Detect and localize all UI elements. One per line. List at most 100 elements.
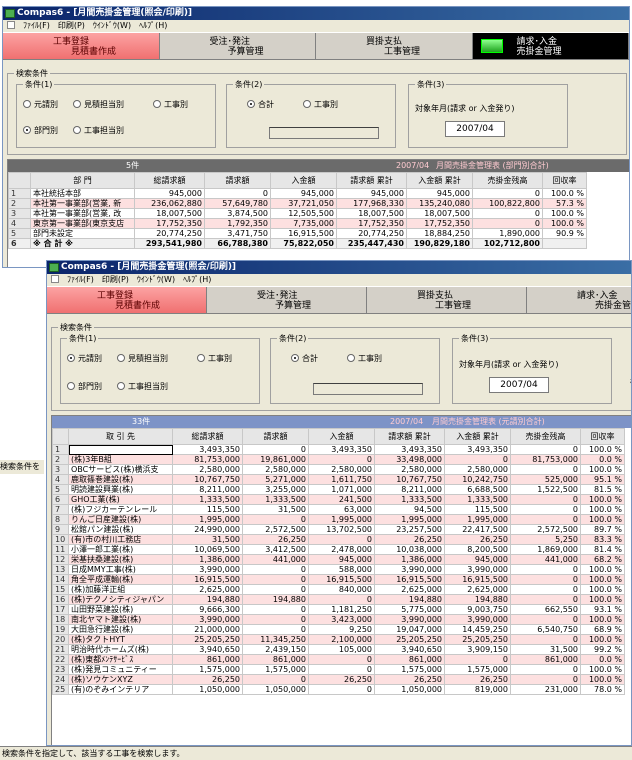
column-header[interactable]: 入金額	[270, 172, 337, 189]
total-row[interactable]: 6 ※ 合 計 ※ 293,541,980 66,788,380 75,822,050 2…	[8, 238, 587, 249]
title-bar[interactable]: Compas6 - [月間売掛金管理(照会/印刷)]	[47, 261, 631, 274]
condition-2-field[interactable]	[313, 383, 423, 395]
condition-2-field[interactable]	[269, 127, 379, 139]
amount-cell: 194,880	[172, 594, 243, 605]
table-row[interactable]: 1 3,493,350 0 3,493,350 3,493,350 3,493,350 0 1…	[52, 444, 625, 455]
table-row[interactable]: 4 東京第一事業部(東京支店 17,752,350 1,792,350 7,735,00…	[8, 218, 587, 229]
table-row[interactable]: 12 栄基扶桑建設(株) 1,386,000 441,000 945,000 1,386,…	[52, 554, 625, 565]
column-header[interactable]: 総請求額	[134, 172, 205, 189]
row-name: 南北ヤマト建設(株)	[68, 614, 173, 625]
menu-print[interactable]: 印刷(P)	[58, 21, 85, 30]
table-row[interactable]: 5 部門未設定 20,774,250 3,471,750 16,915,500 20,77…	[8, 228, 587, 239]
menu-file[interactable]: ﾌｧｲﾙ(F)	[23, 21, 50, 30]
column-header[interactable]: 総請求額	[172, 428, 243, 445]
radio-bumon[interactable]: 部門別	[23, 125, 58, 136]
table-row[interactable]: 9 松館パン建設(株) 24,990,000 2,572,500 13,702,500 2…	[52, 524, 625, 535]
table-row[interactable]: 23 (株)発見コミュニティー 1,575,000 1,575,000 0 1,575,0…	[52, 664, 625, 675]
radio-goukei[interactable]: 合計	[291, 353, 318, 364]
table-row[interactable]: 8 りんご日産建設(株) 1,995,000 0 1,995,000 1,995,000 1…	[52, 514, 625, 525]
period-input[interactable]: 2007/04	[445, 121, 505, 137]
nav-kouji-touroku[interactable]: 工事登録 見積書作成	[47, 287, 207, 313]
nav-juchu-hacchu[interactable]: 受注･発注 予算管理	[207, 287, 367, 313]
menu-print[interactable]: 印刷(P)	[102, 275, 129, 284]
menu-window[interactable]: ｳｲﾝﾄﾞｳ(W)	[93, 21, 131, 30]
menu-window[interactable]: ｳｲﾝﾄﾞｳ(W)	[137, 275, 175, 284]
nav-seikyu-nyukin[interactable]: 請求･入金売掛金管理	[472, 33, 629, 59]
radio-kouji-tantou[interactable]: 工事担当別	[117, 381, 168, 392]
table-row[interactable]: 1 本社統括本部 945,000 0 945,000 945,000 945,000 0 100…	[8, 188, 587, 199]
table-row[interactable]: 2 (株)3年B組 81,753,000 19,861,000 0 33,498,000 0…	[52, 454, 625, 465]
table-row[interactable]: 4 鹿取篠巻建設(株) 10,767,750 5,271,000 1,611,750 10…	[52, 474, 625, 485]
column-header[interactable]: 入金額 累計	[406, 172, 473, 189]
table-row[interactable]: 13 日成MMY工事(株) 3,990,000 0 588,000 3,990,000 3,…	[52, 564, 625, 575]
column-header[interactable]: 回収率	[580, 428, 625, 445]
nav-kaikake-shiharai[interactable]: 買掛支払 工事管理	[367, 287, 527, 313]
table-row[interactable]: 15 (株)加藤洋正組 2,625,000 0 840,000 2,625,000 2,62…	[52, 584, 625, 595]
row-name: 東京第一事業部(東京支店	[30, 218, 135, 229]
radio-koujibetsu[interactable]: 工事別	[303, 99, 338, 110]
column-header[interactable]: 売掛金残高	[510, 428, 581, 445]
column-header[interactable]: 部 門	[30, 172, 135, 189]
menu-help[interactable]: ﾍﾙﾌﾟ(H)	[139, 21, 167, 30]
table-row[interactable]: 14 角全平成運輸(株) 16,915,500 0 16,915,500 16,915,5…	[52, 574, 625, 585]
column-header[interactable]: 請求額	[204, 172, 271, 189]
table-row[interactable]: 10 (有)市の村川工務店 31,500 26,250 0 26,250 26,250 5,2…	[52, 534, 625, 545]
amount-cell: 3,990,000	[444, 614, 511, 625]
title-bar[interactable]: Compas6 - [月間売掛金管理(照会/印刷)]	[3, 7, 629, 20]
radio-motouke[interactable]: 元請別	[23, 99, 58, 110]
amount-cell: 26,250	[444, 534, 511, 545]
table-row[interactable]: 5 明読建設興業(株) 8,211,000 3,255,000 1,071,000 8,2…	[52, 484, 625, 495]
column-header[interactable]: 請求額	[242, 428, 309, 445]
table-row[interactable]: 3 本社第一事業部(営業, 改 18,007,500 3,874,500 12,505,…	[8, 208, 587, 219]
menu-file[interactable]: ﾌｧｲﾙ(F)	[67, 275, 94, 284]
table-row[interactable]: 22 (株)東都ﾒﾝﾃｻｰﾋﾞｽ 861,000 861,000 0 861,000 0 86…	[52, 654, 625, 665]
period-input[interactable]: 2007/04	[489, 377, 549, 393]
table-row[interactable]: 6 GHO工業(株) 1,333,500 1,333,500 241,500 1,333,…	[52, 494, 625, 505]
nav-juchu-hacchu[interactable]: 受注･発注 予算管理	[160, 33, 316, 59]
amount-cell: 190,829,180	[406, 238, 473, 249]
nav-kaikake-shiharai[interactable]: 買掛支払 工事管理	[316, 33, 473, 59]
table-row[interactable]: 17 山田野菜建設(株) 9,666,300 0 1,181,250 5,775,000 9…	[52, 604, 625, 615]
column-header[interactable]: 売掛金残高	[472, 172, 543, 189]
table-row[interactable]: 7 (株)フジカーテンレール 115,500 31,500 63,000 94,500 11…	[52, 504, 625, 515]
menu-help[interactable]: ﾍﾙﾌﾟ(H)	[183, 275, 211, 284]
window-front: Compas6 - [月間売掛金管理(照会/印刷)] ﾌｧｲﾙ(F) 印刷(P) ｳ…	[46, 260, 632, 746]
nav-kouji-touroku[interactable]: 工事登録 見積書作成	[3, 33, 160, 59]
amount-cell: 19,861,000	[242, 454, 309, 465]
amount-cell: 5,250	[510, 534, 581, 545]
table-row[interactable]: 20 (株)タクトHYT 25,205,250 11,345,250 2,100,000…	[52, 634, 625, 645]
amount-cell: 9,003,750	[444, 604, 511, 615]
table-row[interactable]: 21 明治時代ホームズ(株) 3,940,650 2,439,150 105,000 3,…	[52, 644, 625, 655]
table-row[interactable]: 19 大田急行建設(株) 21,000,000 0 9,250 19,047,000 14,…	[52, 624, 625, 635]
row-number: 11	[52, 544, 69, 555]
radio-kouji-tantou[interactable]: 工事担当別	[73, 125, 124, 136]
amount-cell: 2,625,000	[172, 584, 243, 595]
table-row[interactable]: 24 (株)ソウケンXYZ 26,250 0 26,250 26,250 26,250 0 10…	[52, 674, 625, 685]
column-header[interactable]: 回収率	[542, 172, 587, 189]
table-row[interactable]: 2 本社第一事業部(営業, 新 236,062,880 57,649,780 37,72…	[8, 198, 587, 209]
table-row[interactable]: 25 (有)のぞみインテリア 1,050,000 1,050,000 0 1,050,00…	[52, 684, 625, 695]
table-row[interactable]: 3 OBCサービス(株)横浜支 2,580,000 2,580,000 2,580,00…	[52, 464, 625, 475]
radio-mitsumori[interactable]: 見積担当別	[73, 99, 124, 110]
table-row[interactable]: 16 (株)テクノシティジャパン 194,880 194,880 0 194,880 194…	[52, 594, 625, 605]
column-header[interactable]: 請求額 累計	[336, 172, 407, 189]
amount-cell: 57,649,780	[204, 198, 271, 209]
column-header[interactable]: 請求額 累計	[374, 428, 445, 445]
radio-label: 工事別	[208, 354, 232, 363]
radio-koujibetsu[interactable]: 工事別	[347, 353, 382, 364]
row-number: 7	[52, 504, 69, 515]
column-header[interactable]: 入金額	[308, 428, 375, 445]
radio-kouji[interactable]: 工事別	[153, 99, 188, 110]
column-header[interactable]: 取 引 先	[68, 428, 173, 445]
radio-goukei[interactable]: 合計	[247, 99, 274, 110]
column-header[interactable]: 入金額 累計	[444, 428, 511, 445]
table-row[interactable]: 18 南北ヤマト建設(株) 3,990,000 0 3,423,000 3,990,000…	[52, 614, 625, 625]
nav-sublabel: 予算管理	[227, 47, 264, 57]
radio-mitsumori[interactable]: 見積担当別	[117, 353, 168, 364]
radio-kouji[interactable]: 工事別	[197, 353, 232, 364]
nav-seikyu-nyukin[interactable]: 請求･入金売掛金管理	[527, 287, 631, 313]
table-row[interactable]: 11 小澤一郎工業(株) 10,069,500 3,412,500 2,478,000 1…	[52, 544, 625, 555]
radio-bumon[interactable]: 部門別	[67, 381, 102, 392]
search-conditions: 検索条件 条件(1) 元請別 見積担当別 工事別 部門別 工事担当別 条件(2)…	[7, 68, 627, 155]
radio-motouke[interactable]: 元請別	[67, 353, 102, 364]
